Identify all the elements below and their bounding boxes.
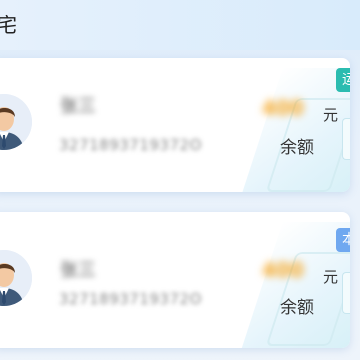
status-tag: 运 — [336, 68, 350, 92]
account-number: 3271893719372O — [59, 136, 202, 154]
card-side-block — [342, 272, 350, 314]
account-name: 张三 — [60, 260, 96, 281]
account-number: 3271893719372O — [59, 290, 202, 308]
account-card[interactable]: 张三 3271893719372O 400 元 余额 运 — [0, 58, 350, 192]
balance-label: 余额 — [280, 298, 314, 318]
card-side-block — [342, 118, 350, 160]
header-bar: 宅 — [0, 0, 360, 50]
avatar-icon — [0, 250, 32, 306]
currency-unit: 元 — [323, 268, 339, 286]
balance-label: 余额 — [280, 138, 314, 158]
currency-unit: 元 — [323, 106, 339, 124]
status-tag: 本 — [336, 228, 350, 252]
avatar-icon — [0, 94, 32, 150]
page-title: 宅 — [0, 13, 17, 37]
balance-amount: 400 — [262, 258, 304, 282]
balance-amount: 400 — [262, 96, 304, 120]
account-card[interactable]: 张三 3271893719372O 400 元 余额 本 — [0, 212, 350, 348]
account-name: 张三 — [60, 96, 96, 117]
